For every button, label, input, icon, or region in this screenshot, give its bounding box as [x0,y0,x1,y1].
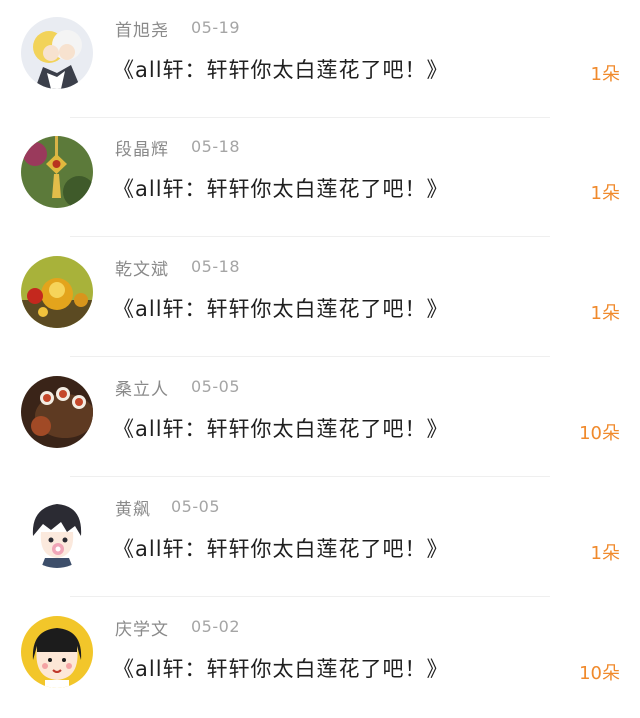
golden-ornaments-avatar-icon[interactable] [21,256,93,328]
work-title: 《all轩：轩轩你太白莲花了吧！》 [113,58,449,82]
user-name: 黄飙 [115,500,151,520]
gift-date: 05-18 [191,137,240,156]
cartoon-boy-avatar-icon[interactable] [21,496,93,568]
user-name: 桑立人 [115,380,169,400]
gift-date: 05-18 [191,257,240,276]
flower-count: 1朵 [590,183,620,204]
work-title: 《all轩：轩轩你太白莲花了吧！》 [113,657,449,681]
flower-count: 1朵 [590,543,620,564]
maruko-avatar-icon[interactable] [21,616,93,688]
gift-date: 05-05 [191,377,240,396]
gift-date: 05-05 [171,497,220,516]
flower-count: 10朵 [579,663,620,684]
divider [70,356,550,357]
tea-cups-avatar-icon[interactable] [21,376,93,448]
gift-date: 05-02 [191,617,240,636]
flower-count: 1朵 [590,64,620,85]
divider [70,117,550,118]
user-name: 乾文斌 [115,260,169,280]
flower-count: 1朵 [590,303,620,324]
user-name: 首旭尧 [115,21,169,41]
list-item[interactable]: 段晶辉 05-18 《all轩：轩轩你太白莲花了吧！》 1朵 [0,119,640,238]
gift-date: 05-19 [191,18,240,37]
anime-couple-avatar-icon[interactable] [21,17,93,89]
list-item[interactable]: 乾文斌 05-18 《all轩：轩轩你太白莲花了吧！》 1朵 [0,239,640,358]
flower-count: 10朵 [579,423,620,444]
list-item[interactable]: 庆学文 05-02 《all轩：轩轩你太白莲花了吧！》 10朵 [0,599,640,718]
divider [70,476,550,477]
chinese-knot-avatar-icon[interactable] [21,136,93,208]
list-item[interactable]: 桑立人 05-05 《all轩：轩轩你太白莲花了吧！》 10朵 [0,359,640,478]
divider [70,596,550,597]
work-title: 《all轩：轩轩你太白莲花了吧！》 [113,537,449,561]
gift-record-list: 首旭尧 05-19 《all轩：轩轩你太白莲花了吧！》 1朵 段晶辉 05-18… [0,0,640,717]
work-title: 《all轩：轩轩你太白莲花了吧！》 [113,297,449,321]
work-title: 《all轩：轩轩你太白莲花了吧！》 [113,417,449,441]
divider [70,236,550,237]
work-title: 《all轩：轩轩你太白莲花了吧！》 [113,177,449,201]
list-item[interactable]: 黄飙 05-05 《all轩：轩轩你太白莲花了吧！》 1朵 [0,479,640,598]
list-item[interactable]: 首旭尧 05-19 《all轩：轩轩你太白莲花了吧！》 1朵 [0,0,640,119]
user-name: 段晶辉 [115,140,169,160]
user-name: 庆学文 [115,620,169,640]
